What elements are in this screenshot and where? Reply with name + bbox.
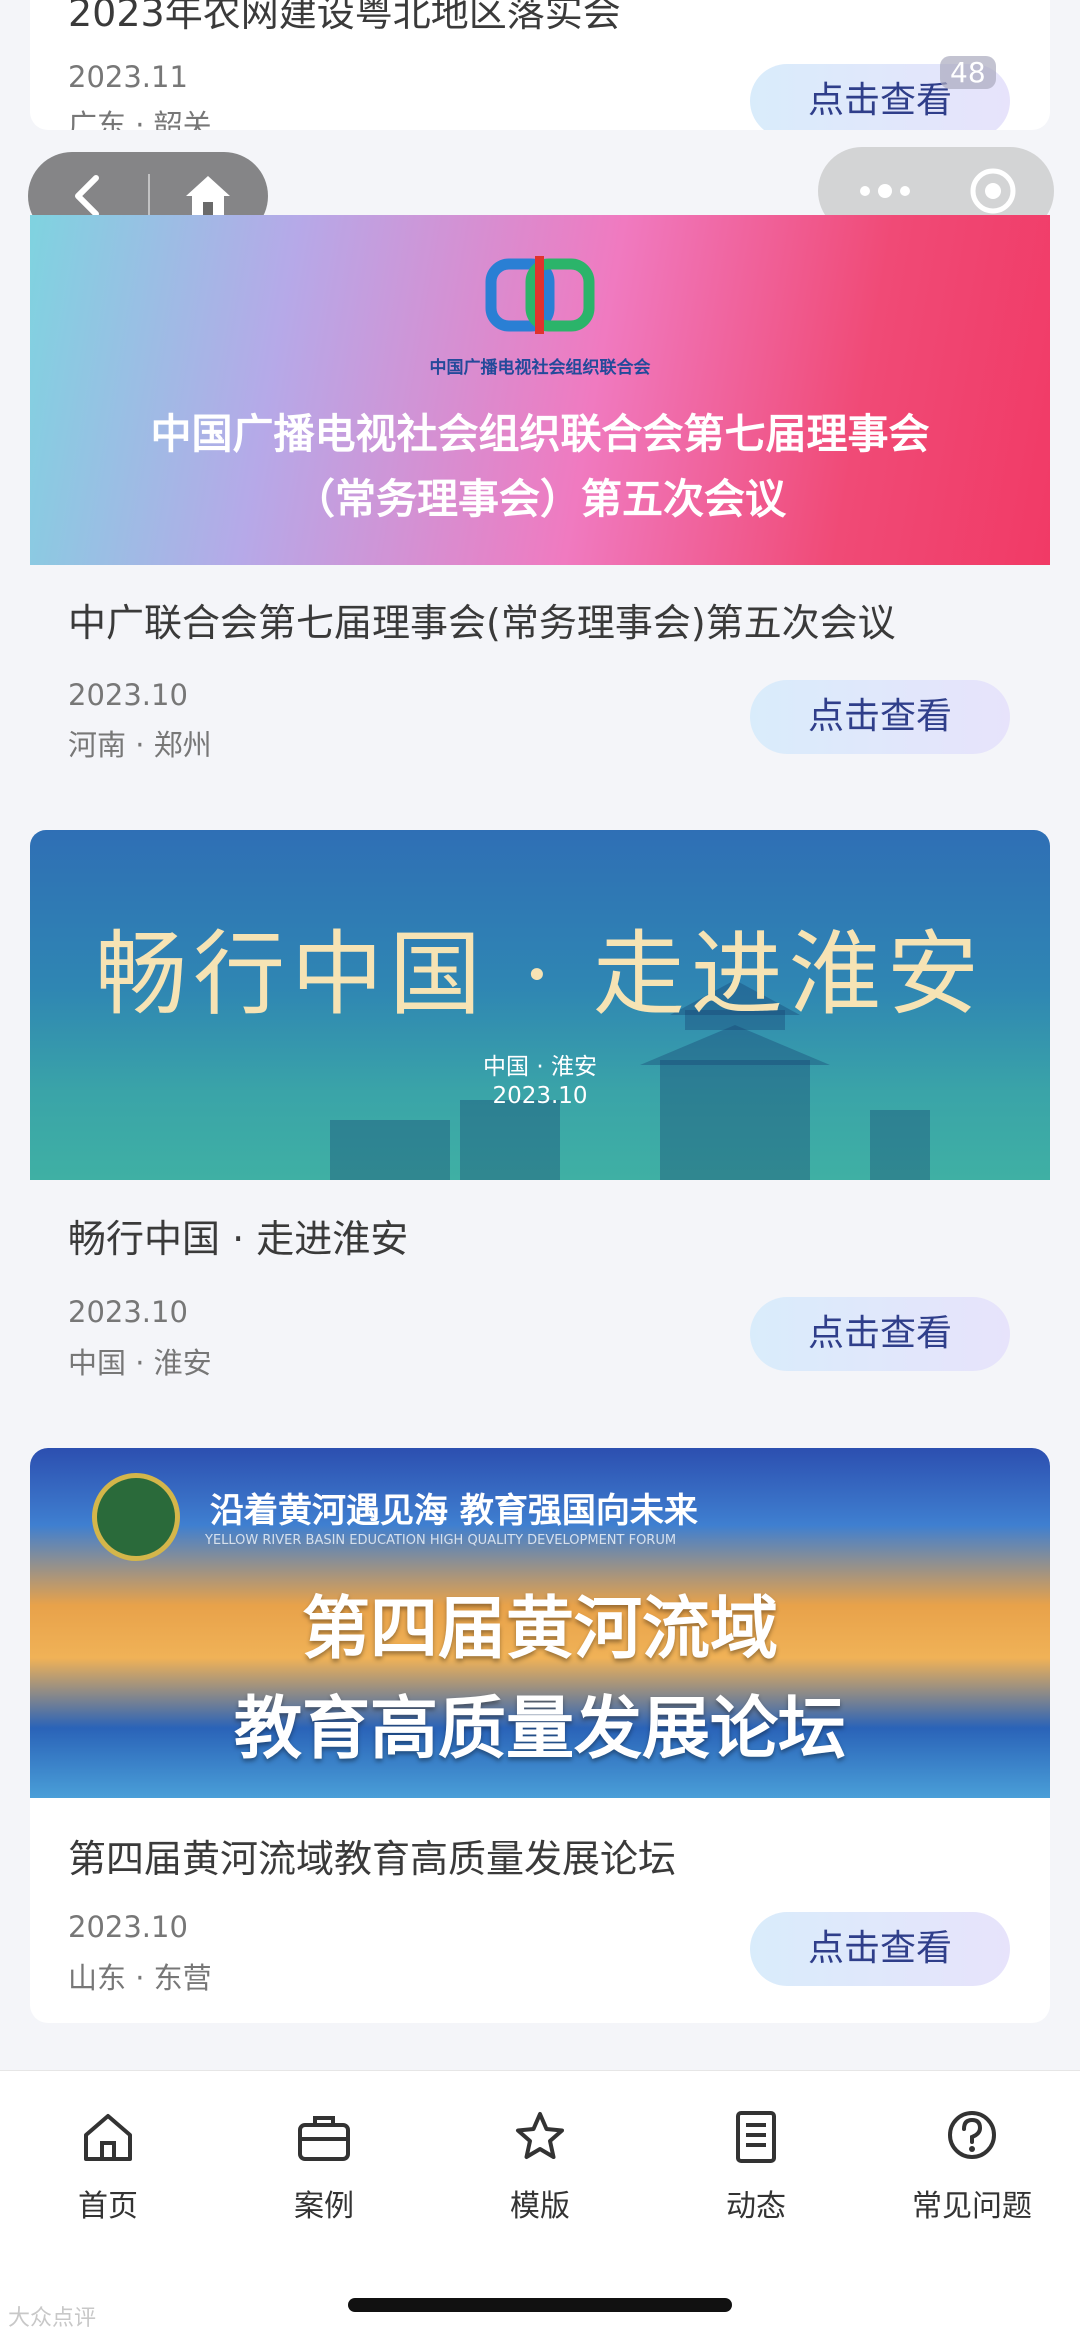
card-date: 2023.10	[68, 1910, 188, 1944]
card-date: 2023.10	[68, 1295, 188, 1329]
home-icon	[84, 2114, 132, 2161]
card-location: 河南 · 郑州	[68, 728, 212, 762]
tab-home[interactable]: 首页	[0, 2107, 216, 2225]
card-title: 中广联合会第七届理事会(常务理事会)第五次会议	[68, 601, 896, 645]
card-banner: 畅行中国 · 走进淮安 中国 · 淮安 2023.10	[30, 830, 1050, 1180]
forum-logo	[92, 1473, 180, 1561]
view-button[interactable]: 点击查看	[750, 680, 1010, 754]
card-location: 广东 · 韶关	[68, 108, 212, 130]
question-icon	[948, 2111, 996, 2159]
card-location: 中国 · 淮安	[68, 1346, 212, 1380]
card-banner: 中国广播电视社会组织联合会 中国广播电视社会组织联合会第七届理事会 （常务理事会…	[30, 215, 1050, 565]
tab-label: 常见问题	[912, 2189, 1032, 2224]
event-card[interactable]: 沿着黄河遇见海 教育强国向未来 YELLOW RIVER BASIN EDUCA…	[30, 1448, 1050, 2023]
document-icon	[736, 2111, 776, 2163]
card-date: 2023.11	[68, 60, 188, 94]
logo-caption: 中国广播电视社会组织联合会	[429, 358, 651, 378]
card-location: 山东 · 东营	[68, 1961, 212, 1995]
organization-logo	[485, 250, 595, 340]
star-icon	[516, 2112, 564, 2159]
event-card[interactable]: 中国广播电视社会组织联合会 中国广播电视社会组织联合会第七届理事会 （常务理事会…	[30, 215, 1050, 790]
battery-level: 48	[940, 56, 996, 89]
event-card-partial: 2023年农网建设粤北地区落实会 2023.11 广东 · 韶关 点击查看	[30, 0, 1050, 130]
card-title: 2023年农网建设粤北地区落实会	[68, 0, 621, 35]
tab-templates[interactable]: 模版	[432, 2107, 648, 2225]
tab-label: 模版	[510, 2189, 570, 2224]
card-date: 2023.10	[68, 678, 188, 712]
banner-sub-location: 中国 · 淮安	[483, 1054, 597, 1080]
card-banner: 沿着黄河遇见海 教育强国向未来 YELLOW RIVER BASIN EDUCA…	[30, 1448, 1050, 1798]
card-title: 畅行中国 · 走进淮安	[68, 1217, 409, 1261]
view-button[interactable]: 点击查看	[750, 1912, 1010, 1986]
banner-slogan: 沿着黄河遇见海 教育强国向未来	[210, 1491, 698, 1531]
tab-news[interactable]: 动态	[648, 2107, 864, 2225]
banner-headline: 畅行中国 · 走进淮安	[95, 921, 985, 1028]
card-title: 第四届黄河流域教育高质量发展论坛	[68, 1837, 677, 1881]
banner-line-1: 中国广播电视社会组织联合会第七届理事会	[150, 410, 930, 458]
banner-sub-date: 2023.10	[492, 1083, 588, 1109]
target-circle-icon	[970, 168, 1016, 214]
tab-label: 首页	[78, 2189, 138, 2224]
briefcase-icon	[298, 2116, 350, 2161]
home-indicator[interactable]	[348, 2298, 732, 2312]
tab-cases[interactable]: 案例	[216, 2107, 432, 2225]
more-dots-icon	[860, 184, 910, 198]
close-miniprogram-button[interactable]	[958, 161, 1028, 221]
banner-line-1: 第四届黄河流域	[301, 1590, 778, 1669]
banner-english: YELLOW RIVER BASIN EDUCATION HIGH QUALIT…	[205, 1533, 677, 1548]
tab-label: 动态	[726, 2189, 786, 2224]
capsule-divider	[148, 174, 150, 218]
more-button[interactable]	[840, 161, 930, 221]
tab-label: 案例	[294, 2189, 354, 2224]
banner-line-2: （常务理事会）第五次会议	[294, 475, 786, 523]
banner-line-2: 教育高质量发展论坛	[233, 1690, 846, 1769]
watermark: 大众点评	[8, 2306, 97, 2331]
event-card[interactable]: 畅行中国 · 走进淮安 中国 · 淮安 2023.10 畅行中国 · 走进淮安 …	[30, 830, 1050, 1405]
view-button[interactable]: 点击查看	[750, 1297, 1010, 1371]
tab-faq[interactable]: 常见问题	[864, 2107, 1080, 2225]
